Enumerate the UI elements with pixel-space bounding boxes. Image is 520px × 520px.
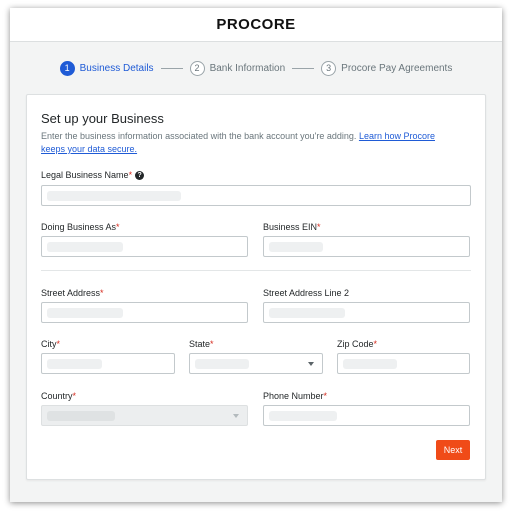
required-marker: * (56, 339, 61, 349)
legal-name-input[interactable] (41, 185, 471, 206)
step-business-details[interactable]: 1 Business Details (59, 60, 154, 76)
label-text: Street Address Line 2 (263, 288, 350, 298)
redacted-value (47, 359, 102, 369)
step-number-icon: 3 (321, 60, 337, 76)
label-text: Business EIN (263, 222, 318, 232)
description-text: Enter the business information associate… (41, 131, 357, 141)
next-button[interactable]: Next (436, 440, 470, 460)
label-text: Zip Code (337, 339, 374, 349)
label-text: Street Address (41, 288, 101, 298)
step-number-icon: 2 (189, 60, 205, 76)
required-marker: * (373, 339, 378, 349)
help-icon[interactable]: ? (135, 171, 145, 181)
required-marker: * (323, 391, 328, 401)
section-divider (41, 270, 471, 271)
street-label: Street Address* (41, 288, 104, 298)
phone-label: Phone Number* (263, 391, 327, 401)
required-marker: * (317, 222, 321, 232)
redacted-value (47, 411, 115, 421)
legal-name-label: Legal Business Name*? (41, 170, 145, 181)
required-marker: * (100, 288, 104, 298)
dba-label: Doing Business As* (41, 222, 120, 232)
label-text: Doing Business As (41, 222, 117, 232)
redacted-value (47, 242, 123, 252)
form-description: Enter the business information associate… (41, 130, 461, 156)
phone-number-input[interactable] (263, 405, 470, 426)
state-label: State* (189, 339, 214, 349)
label-text: Phone Number (263, 391, 324, 401)
ein-label: Business EIN* (263, 222, 321, 232)
step-procore-pay-agreements[interactable]: 3 Procore Pay Agreements (321, 60, 453, 76)
country-label: Country* (41, 391, 76, 401)
required-marker: * (128, 170, 133, 180)
ein-input[interactable] (263, 236, 470, 257)
street-address-line2-input[interactable] (263, 302, 470, 323)
step-bank-information[interactable]: 2 Bank Information (189, 60, 286, 76)
step-number-icon: 1 (59, 60, 75, 76)
required-marker: * (116, 222, 120, 232)
business-form-card: Set up your Business Enter the business … (26, 94, 486, 480)
dba-input[interactable] (41, 236, 248, 257)
redacted-value (269, 308, 345, 318)
step-label: Procore Pay Agreements (341, 62, 453, 74)
procore-logo[interactable]: PROCORE (216, 16, 295, 33)
chevron-down-icon (233, 414, 239, 418)
required-marker: * (72, 391, 77, 401)
redacted-value (47, 308, 123, 318)
chevron-down-icon (308, 362, 314, 366)
redacted-value (269, 242, 323, 252)
step-connector (160, 67, 183, 69)
progress-stepper: 1 Business Details 2 Bank Information 3 … (10, 59, 502, 77)
app-window: PROCORE 1 Business Details 2 Bank Inform… (10, 8, 502, 502)
zip-code-input[interactable] (337, 353, 470, 374)
label-text: State (189, 339, 211, 349)
redacted-value (343, 359, 397, 369)
redacted-value (47, 191, 181, 201)
state-select[interactable] (189, 353, 323, 374)
redacted-value (195, 359, 249, 369)
required-marker: * (210, 339, 214, 349)
label-text: Legal Business Name (41, 170, 129, 180)
step-label: Business Details (79, 62, 154, 74)
zip-label: Zip Code* (337, 339, 377, 349)
step-label: Bank Information (209, 62, 286, 74)
label-text: City (41, 339, 57, 349)
street2-label: Street Address Line 2 (263, 288, 349, 298)
redacted-value (269, 411, 337, 421)
label-text: Country (41, 391, 73, 401)
city-input[interactable] (41, 353, 175, 374)
street-address-input[interactable] (41, 302, 248, 323)
city-label: City* (41, 339, 60, 349)
country-select (41, 405, 248, 426)
step-connector (292, 67, 315, 69)
form-title: Set up your Business (41, 111, 164, 126)
top-bar: PROCORE (10, 8, 502, 42)
